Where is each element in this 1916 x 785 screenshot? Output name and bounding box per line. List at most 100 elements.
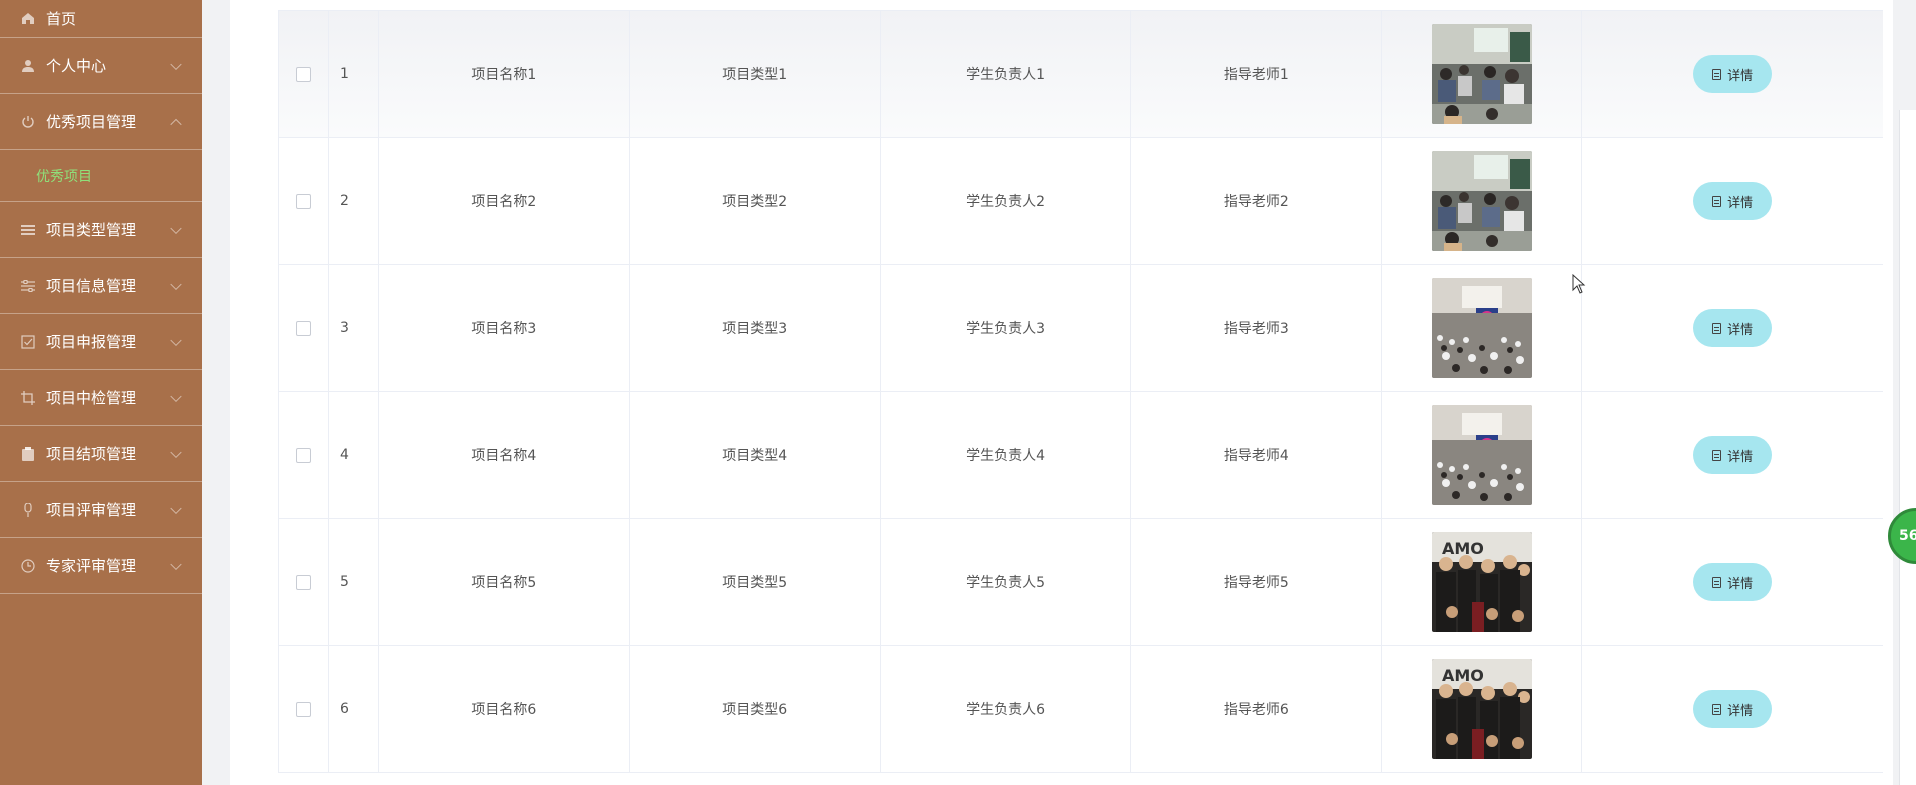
chevron-up-icon — [170, 118, 182, 130]
student-leader-cell: 学生负责人5 — [881, 519, 1132, 645]
detail-button-label: 详情 — [1727, 703, 1754, 719]
document-icon — [1712, 322, 1722, 334]
sidebar-item-home[interactable]: 首页 — [0, 0, 202, 38]
student-leader-cell: 学生负责人2 — [881, 138, 1132, 264]
row-index: 6 — [329, 646, 379, 772]
sidebar: 首页 个人中心 优秀项目管理 优秀项目 项目类型管理 项目信息管理 项目申报管理… — [0, 0, 202, 785]
table-row: 6 项目名称6 项目类型6 学生负责人6 指导老师6 AMO 详情 — [279, 646, 1883, 773]
student-leader-cell: 学生负责人1 — [881, 11, 1132, 137]
submenu-item-label: 优秀项目 — [36, 168, 92, 185]
table-row: 5 项目名称5 项目类型5 学生负责人5 指导老师5 AMO 详情 — [279, 519, 1883, 646]
project-thumbnail[interactable] — [1431, 405, 1532, 505]
project-thumbnail[interactable] — [1431, 278, 1532, 378]
detail-button[interactable]: 详情 — [1693, 436, 1773, 474]
sidebar-item-project-review[interactable]: 项目评审管理 — [0, 482, 202, 538]
teacher-cell: 指导老师4 — [1131, 392, 1383, 518]
action-cell: 详情 — [1582, 11, 1883, 137]
row-checkbox[interactable] — [295, 447, 311, 463]
table-row: 2 项目名称2 项目类型2 学生负责人2 指导老师2 详情 — [279, 138, 1883, 265]
sidebar-item-personal-center[interactable]: 个人中心 — [0, 38, 202, 94]
teacher-cell: 指导老师6 — [1131, 646, 1383, 772]
power-icon — [20, 114, 36, 130]
student-leader-cell: 学生负责人4 — [881, 392, 1132, 518]
student-leader-cell: 学生负责人3 — [881, 265, 1132, 391]
list-icon — [20, 222, 36, 238]
teacher-cell: 指导老师1 — [1131, 11, 1383, 137]
row-checkbox-cell — [279, 392, 329, 518]
student-leader-cell: 学生负责人6 — [881, 646, 1132, 772]
submenu-item-excellent-project[interactable]: 优秀项目 — [0, 150, 202, 202]
detail-button-label: 详情 — [1727, 195, 1754, 211]
document-icon — [1712, 195, 1722, 207]
clipboard-icon — [20, 446, 36, 462]
row-checkbox-cell — [279, 519, 329, 645]
sidebar-item-project-type[interactable]: 项目类型管理 — [0, 202, 202, 258]
detail-button[interactable]: 详情 — [1693, 563, 1773, 601]
sidebar-item-label: 项目申报管理 — [46, 333, 137, 351]
project-name-cell: 项目名称6 — [379, 646, 630, 772]
project-thumbnail[interactable]: AMO — [1431, 532, 1532, 632]
row-checkbox[interactable] — [295, 320, 311, 336]
project-thumbnail[interactable]: AMO — [1431, 659, 1532, 759]
chevron-down-icon — [170, 502, 182, 514]
chevron-down-icon — [170, 278, 182, 290]
detail-button[interactable]: 详情 — [1693, 690, 1773, 728]
row-index: 5 — [329, 519, 379, 645]
svg-text:AMO: AMO — [1442, 666, 1484, 685]
row-checkbox-cell — [279, 138, 329, 264]
document-icon — [1712, 68, 1722, 80]
sidebar-item-label: 项目类型管理 — [46, 221, 137, 239]
project-name-cell: 项目名称1 — [379, 11, 630, 137]
teacher-cell: 指导老师2 — [1131, 138, 1383, 264]
sidebar-item-project-declare[interactable]: 项目申报管理 — [0, 314, 202, 370]
mouse-cursor-icon — [1572, 274, 1586, 294]
project-name-cell: 项目名称3 — [379, 265, 630, 391]
sidebar-item-project-info[interactable]: 项目信息管理 — [0, 258, 202, 314]
crop-icon — [20, 390, 36, 406]
document-icon — [1712, 576, 1722, 588]
row-checkbox-cell — [279, 646, 329, 772]
project-type-cell: 项目类型2 — [630, 138, 881, 264]
sidebar-item-label: 专家评审管理 — [46, 557, 137, 575]
scrollbar-track[interactable] — [1898, 0, 1916, 785]
row-checkbox[interactable] — [295, 701, 311, 717]
sidebar-item-label: 项目中检管理 — [46, 389, 137, 407]
chevron-down-icon — [170, 558, 182, 570]
row-checkbox[interactable] — [295, 193, 311, 209]
table-row: 1 项目名称1 项目类型1 学生负责人1 指导老师1 详情 — [279, 11, 1883, 138]
chevron-down-icon — [170, 58, 182, 70]
sidebar-item-label: 项目评审管理 — [46, 501, 137, 519]
user-icon — [20, 58, 36, 74]
action-cell: 详情 — [1582, 265, 1883, 391]
sidebar-item-label: 首页 — [46, 10, 77, 28]
project-thumbnail[interactable] — [1431, 24, 1532, 124]
teacher-cell: 指导老师3 — [1131, 265, 1383, 391]
row-checkbox[interactable] — [295, 66, 311, 82]
row-index: 4 — [329, 392, 379, 518]
row-checkbox[interactable] — [295, 574, 311, 590]
sidebar-item-mid-check[interactable]: 项目中检管理 — [0, 370, 202, 426]
scrollbar-thumb[interactable] — [1899, 110, 1916, 785]
project-image-cell: AMO — [1382, 519, 1583, 645]
project-table: 1 项目名称1 项目类型1 学生负责人1 指导老师1 详情 2 项目名称2 项目… — [278, 10, 1883, 773]
project-type-cell: 项目类型4 — [630, 392, 881, 518]
sidebar-item-label: 项目结项管理 — [46, 445, 137, 463]
project-type-cell: 项目类型3 — [630, 265, 881, 391]
document-icon — [1712, 449, 1722, 461]
project-name-cell: 项目名称5 — [379, 519, 630, 645]
row-checkbox-cell — [279, 11, 329, 137]
sidebar-item-excellent-projects[interactable]: 优秀项目管理 — [0, 94, 202, 150]
sidebar-item-project-close[interactable]: 项目结项管理 — [0, 426, 202, 482]
sidebar-item-expert-review[interactable]: 专家评审管理 — [0, 538, 202, 594]
detail-button[interactable]: 详情 — [1693, 55, 1773, 93]
project-image-cell — [1382, 138, 1583, 264]
project-type-cell: 项目类型1 — [630, 11, 881, 137]
action-cell: 详情 — [1582, 392, 1883, 518]
project-thumbnail[interactable] — [1431, 151, 1532, 251]
project-type-cell: 项目类型5 — [630, 519, 881, 645]
detail-button-label: 详情 — [1727, 322, 1754, 338]
detail-button-label: 详情 — [1727, 576, 1754, 592]
clock-icon — [20, 558, 36, 574]
detail-button[interactable]: 详情 — [1693, 182, 1773, 220]
detail-button[interactable]: 详情 — [1693, 309, 1773, 347]
